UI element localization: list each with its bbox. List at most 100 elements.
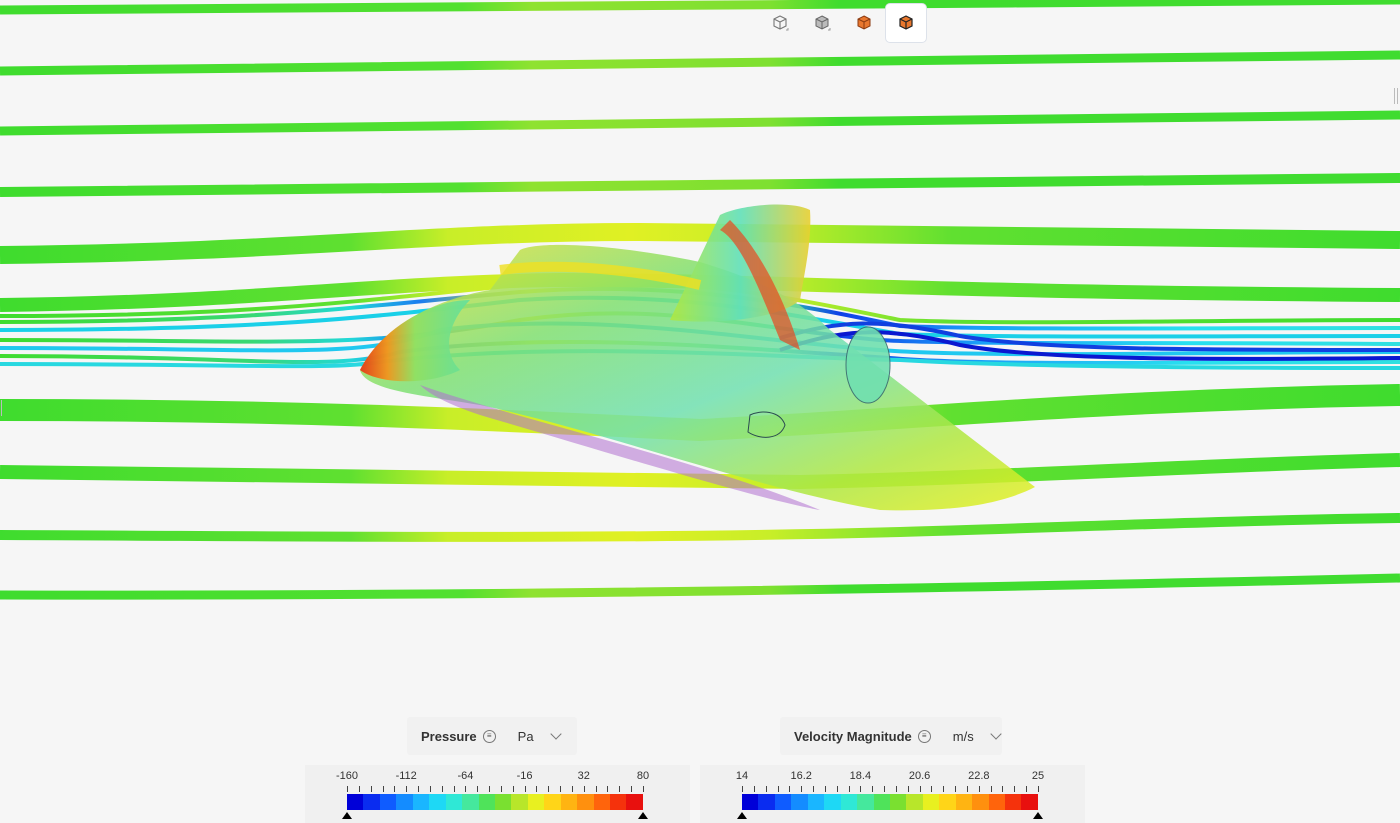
tick-mark bbox=[583, 786, 585, 792]
aircraft-model bbox=[360, 204, 1035, 511]
tick-mark bbox=[872, 786, 874, 792]
menu-icon[interactable]: ≡ bbox=[482, 729, 496, 743]
view-mode-toolbar bbox=[760, 4, 926, 42]
tick-mark bbox=[1038, 786, 1039, 792]
min-range-handle[interactable] bbox=[342, 812, 352, 819]
colorbar-segment bbox=[807, 794, 825, 810]
legend-title: Pressure bbox=[421, 728, 477, 744]
tick-mark bbox=[512, 786, 514, 792]
unit-select[interactable]: Pa bbox=[496, 728, 562, 744]
tick-mark bbox=[753, 786, 755, 792]
tick-mark bbox=[765, 786, 767, 792]
tick-label: 22.8 bbox=[968, 770, 990, 782]
tick-mark bbox=[358, 786, 360, 792]
tick-mark bbox=[978, 786, 980, 792]
tick-mark bbox=[955, 786, 957, 792]
pressure-legend-header: Pressure ≡ Pa bbox=[407, 717, 577, 755]
tick-mark bbox=[536, 786, 538, 792]
menu-icon[interactable]: ≡ bbox=[917, 729, 931, 743]
tick-mark bbox=[836, 786, 838, 792]
colorbar-segment bbox=[939, 794, 956, 810]
tick-mark bbox=[860, 786, 862, 792]
colorbar-segment bbox=[972, 794, 989, 810]
unit-select[interactable]: m/s bbox=[931, 728, 1002, 744]
unit-value: Pa bbox=[517, 728, 534, 744]
tick-mark bbox=[382, 786, 384, 792]
tick-mark bbox=[1002, 786, 1004, 792]
velocity-legend-header: Velocity Magnitude ≡ m/s bbox=[780, 717, 1002, 755]
colorbar-segment bbox=[774, 794, 792, 810]
colorbar-segment bbox=[478, 794, 495, 810]
colorbar-segment bbox=[429, 794, 446, 810]
max-range-handle[interactable] bbox=[1033, 812, 1043, 819]
tick-mark bbox=[394, 786, 396, 792]
tick-mark bbox=[560, 786, 562, 792]
tick-mark bbox=[595, 786, 597, 792]
colorbar-segment bbox=[1005, 794, 1022, 810]
colorbar-segment bbox=[988, 794, 1005, 810]
tick-mark bbox=[548, 786, 550, 792]
tick-label: 80 bbox=[636, 770, 650, 782]
colorbar-segment bbox=[922, 794, 940, 810]
tick-mark bbox=[418, 786, 420, 792]
tick-mark bbox=[919, 786, 921, 792]
simulation-viewport[interactable] bbox=[0, 0, 1400, 823]
surface-edges-view-button[interactable] bbox=[886, 4, 926, 42]
colorbar-segment bbox=[857, 794, 874, 810]
colorbar-segment bbox=[906, 794, 923, 810]
colorbar-segment bbox=[742, 794, 759, 810]
tick-mark bbox=[966, 786, 968, 792]
tick-mark bbox=[619, 786, 621, 792]
tick-mark bbox=[895, 786, 897, 792]
tick-label: 18.4 bbox=[849, 770, 872, 782]
colorbar-segment bbox=[610, 794, 627, 810]
tick-mark bbox=[789, 786, 791, 792]
unit-value: m/s bbox=[952, 728, 974, 744]
tick-mark bbox=[441, 786, 443, 792]
colorbar-segment bbox=[363, 794, 380, 810]
wireframe-view-icon bbox=[773, 15, 789, 31]
tick-mark bbox=[453, 786, 455, 792]
tick-mark bbox=[500, 786, 502, 792]
chevron-down-icon bbox=[549, 728, 562, 740]
left-splitter-handle[interactable] bbox=[1, 400, 2, 416]
surface-colored-view-icon bbox=[857, 15, 871, 30]
chevron-down-icon bbox=[990, 728, 1002, 740]
colorbar-segment bbox=[445, 794, 463, 810]
colorbar-segment bbox=[577, 794, 594, 810]
colorbar-segment bbox=[1021, 794, 1038, 810]
colorbar-segment bbox=[626, 794, 643, 810]
tick-mark bbox=[931, 786, 933, 792]
tick-mark bbox=[990, 786, 992, 792]
colorbar-segment bbox=[824, 794, 841, 810]
min-range-handle[interactable] bbox=[737, 812, 747, 819]
colorbar-segment bbox=[791, 794, 808, 810]
velocity-scale: 14 16.2 18.4 20.6 22.8 25 bbox=[700, 765, 1085, 823]
tick-mark bbox=[824, 786, 826, 792]
tick-mark bbox=[643, 786, 644, 792]
colorbar-segment bbox=[347, 794, 364, 810]
legend-title: Velocity Magnitude bbox=[794, 728, 912, 744]
tick-mark bbox=[884, 786, 886, 792]
colorbar-segment bbox=[840, 794, 858, 810]
colorbar-segment bbox=[873, 794, 890, 810]
tick-mark bbox=[465, 786, 467, 792]
colorbar-segment bbox=[396, 794, 413, 810]
tick-mark bbox=[370, 786, 372, 792]
colorbar-segment bbox=[593, 794, 610, 810]
surface-colored-view-button[interactable] bbox=[844, 4, 884, 42]
tick-label: 14 bbox=[735, 770, 749, 782]
tick-mark bbox=[813, 786, 815, 792]
tick-label: 32 bbox=[577, 770, 590, 782]
max-range-handle[interactable] bbox=[638, 812, 648, 819]
colorbar-segment bbox=[544, 794, 561, 810]
tick-mark bbox=[777, 786, 779, 792]
tick-mark bbox=[907, 786, 909, 792]
colorbar-segment bbox=[412, 794, 430, 810]
wireframe-view-button[interactable] bbox=[760, 4, 800, 42]
tick-mark bbox=[848, 786, 850, 792]
pressure-scale: -160 -112 -64 -16 32 80 bbox=[305, 765, 690, 823]
colorbar-segment bbox=[758, 794, 775, 810]
solid-view-button[interactable] bbox=[802, 4, 842, 42]
colorbar-segment bbox=[560, 794, 578, 810]
